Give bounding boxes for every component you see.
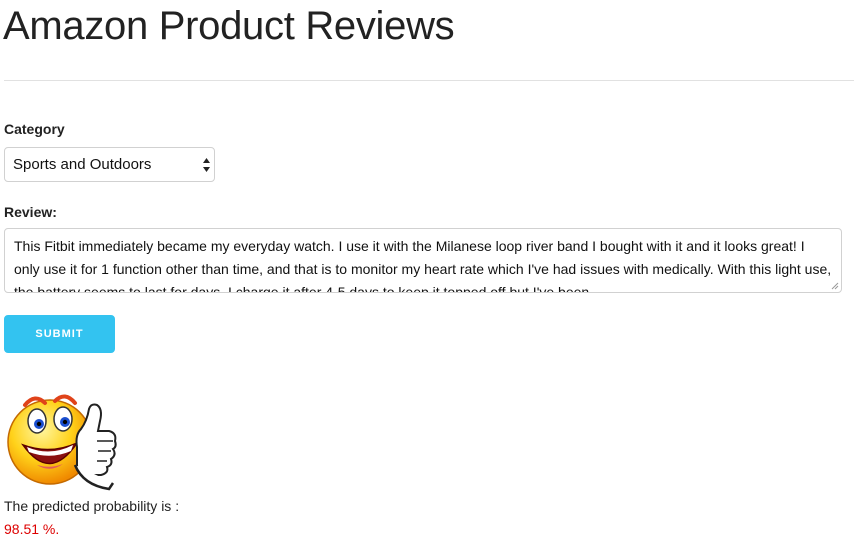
review-textarea[interactable]: This Fitbit immediately became my everyd… [4,228,842,293]
probability-value: 98.51 %. [4,521,60,537]
category-selected-value: Sports and Outdoors [13,156,152,173]
review-text: This Fitbit immediately became my everyd… [14,238,832,293]
divider [4,80,854,81]
thumbs-up-smiley-icon [7,394,117,491]
probability-label: The predicted probability is : [4,498,180,514]
page: Amazon Product Reviews Category Sports a… [0,0,854,556]
category-select[interactable]: Sports and Outdoors [4,147,215,182]
review-label: Review: [4,204,57,220]
submit-button[interactable]: SUBMIT [4,315,115,353]
page-title: Amazon Product Reviews [3,4,455,48]
category-label: Category [4,121,65,137]
resize-grip-icon[interactable] [831,282,839,290]
select-arrows-icon [203,158,210,172]
